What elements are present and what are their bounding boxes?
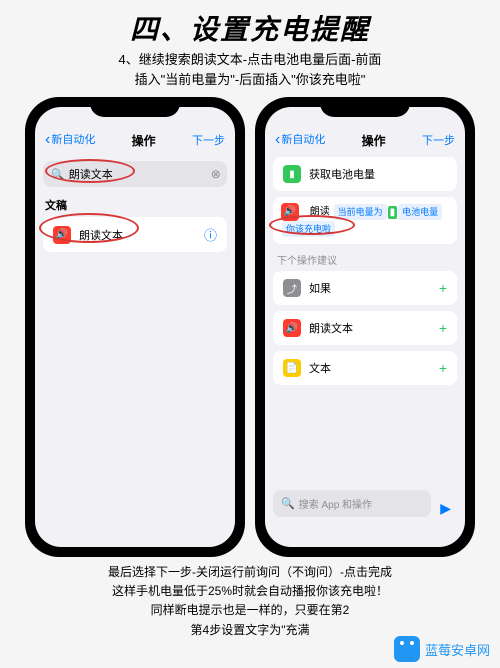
speak-icon: 🔊 [53, 226, 71, 244]
notch [90, 97, 180, 117]
nav-title: 操作 [362, 132, 386, 149]
screen-right: 新自动化 操作 下一步 ▮ 获取电池电量 🔊 朗读 当前电量为▮电池电量 你该充… [265, 107, 465, 547]
nav-next-button[interactable]: 下一步 [422, 132, 455, 148]
watermark-text: 蓝莓安卓网 [425, 640, 490, 659]
watermark: 蓝莓安卓网 [394, 636, 490, 662]
nav-back-button[interactable]: 新自动化 [45, 131, 95, 149]
row-label: 朗读文本 [79, 227, 204, 243]
action-get-battery[interactable]: ▮ 获取电池电量 [273, 157, 457, 191]
row-label: 获取电池电量 [309, 166, 447, 182]
nav-title: 操作 [132, 132, 156, 149]
row-label: 如果 [309, 280, 439, 296]
footer-line3: 同样断电提示也是一样的，只要在第2 [12, 601, 488, 620]
pill-after[interactable]: 你该充电啦 [282, 221, 335, 237]
row-label: 朗读文本 [309, 320, 439, 336]
search-placeholder: 搜索 App 和操作 [299, 496, 372, 511]
watermark-logo [394, 636, 420, 662]
search-icon: 🔍 [281, 497, 295, 510]
speak-icon: 🔊 [283, 319, 301, 337]
if-icon: ⤴ [283, 279, 301, 297]
footer-text: 最后选择下一步-关闭运行前询问（不询问）-点击完成 这样手机电量低于25%时就会… [0, 563, 500, 640]
add-icon[interactable]: + [439, 360, 447, 376]
phones-container: 新自动化 操作 下一步 🔍 ⊗ 文稿 🔊 朗读文本 ⓘ 新自动化 [0, 97, 500, 557]
subtitle-line2: 插入"当前电量为"-后面插入"你该充电啦" [10, 70, 490, 90]
play-button[interactable]: ▶ [440, 500, 451, 517]
search-field[interactable] [69, 168, 211, 180]
speak-icon: 🔊 [281, 203, 299, 221]
pill-before[interactable]: 当前电量为 [334, 204, 387, 220]
row-label: 文本 [309, 360, 439, 376]
phone-right: 新自动化 操作 下一步 ▮ 获取电池电量 🔊 朗读 当前电量为▮电池电量 你该充… [255, 97, 475, 557]
subtitle: 4、继续搜索朗读文本-点击电池电量后面-前面 插入"当前电量为"-后面插入"你该… [0, 50, 500, 89]
add-icon[interactable]: + [439, 320, 447, 336]
footer-line1: 最后选择下一步-关闭运行前询问（不询问）-点击完成 [12, 563, 488, 582]
suggestions-label: 下个操作建议 [277, 252, 453, 267]
suggestion-speak[interactable]: 🔊 朗读文本 + [273, 311, 457, 345]
suggestion-text[interactable]: 📄 文本 + [273, 351, 457, 385]
subtitle-line1: 4、继续搜索朗读文本-点击电池电量后面-前面 [10, 50, 490, 70]
section-label: 文稿 [45, 197, 225, 213]
page-title: 四、设置充电提醒 [0, 0, 500, 50]
speak-prefix: 朗读 [310, 207, 330, 218]
notch [320, 97, 410, 117]
action-speak-text[interactable]: 🔊 朗读 当前电量为▮电池电量 你该充电啦 [273, 197, 457, 244]
battery-icon: ▮ [283, 165, 301, 183]
nav-back-button[interactable]: 新自动化 [275, 131, 325, 149]
result-row-speak[interactable]: 🔊 朗读文本 ⓘ [43, 217, 227, 252]
pill-battery[interactable]: 电池电量 [398, 204, 442, 220]
text-icon: 📄 [283, 359, 301, 377]
add-icon[interactable]: + [439, 280, 447, 296]
suggestion-if[interactable]: ⤴ 如果 + [273, 271, 457, 305]
nav-next-button[interactable]: 下一步 [192, 132, 225, 148]
footer-line2: 这样手机电量低于25%时就会自动播报你该充电啦！ [12, 582, 488, 601]
screen-left: 新自动化 操作 下一步 🔍 ⊗ 文稿 🔊 朗读文本 ⓘ [35, 107, 235, 547]
search-input[interactable]: 🔍 ⊗ [43, 161, 227, 187]
phone-left: 新自动化 操作 下一步 🔍 ⊗ 文稿 🔊 朗读文本 ⓘ [25, 97, 245, 557]
battery-var-icon: ▮ [388, 206, 398, 219]
bottom-search[interactable]: 🔍 搜索 App 和操作 [273, 490, 431, 517]
info-icon[interactable]: ⓘ [204, 225, 217, 244]
search-icon: 🔍 [51, 168, 65, 181]
clear-icon[interactable]: ⊗ [211, 167, 221, 181]
